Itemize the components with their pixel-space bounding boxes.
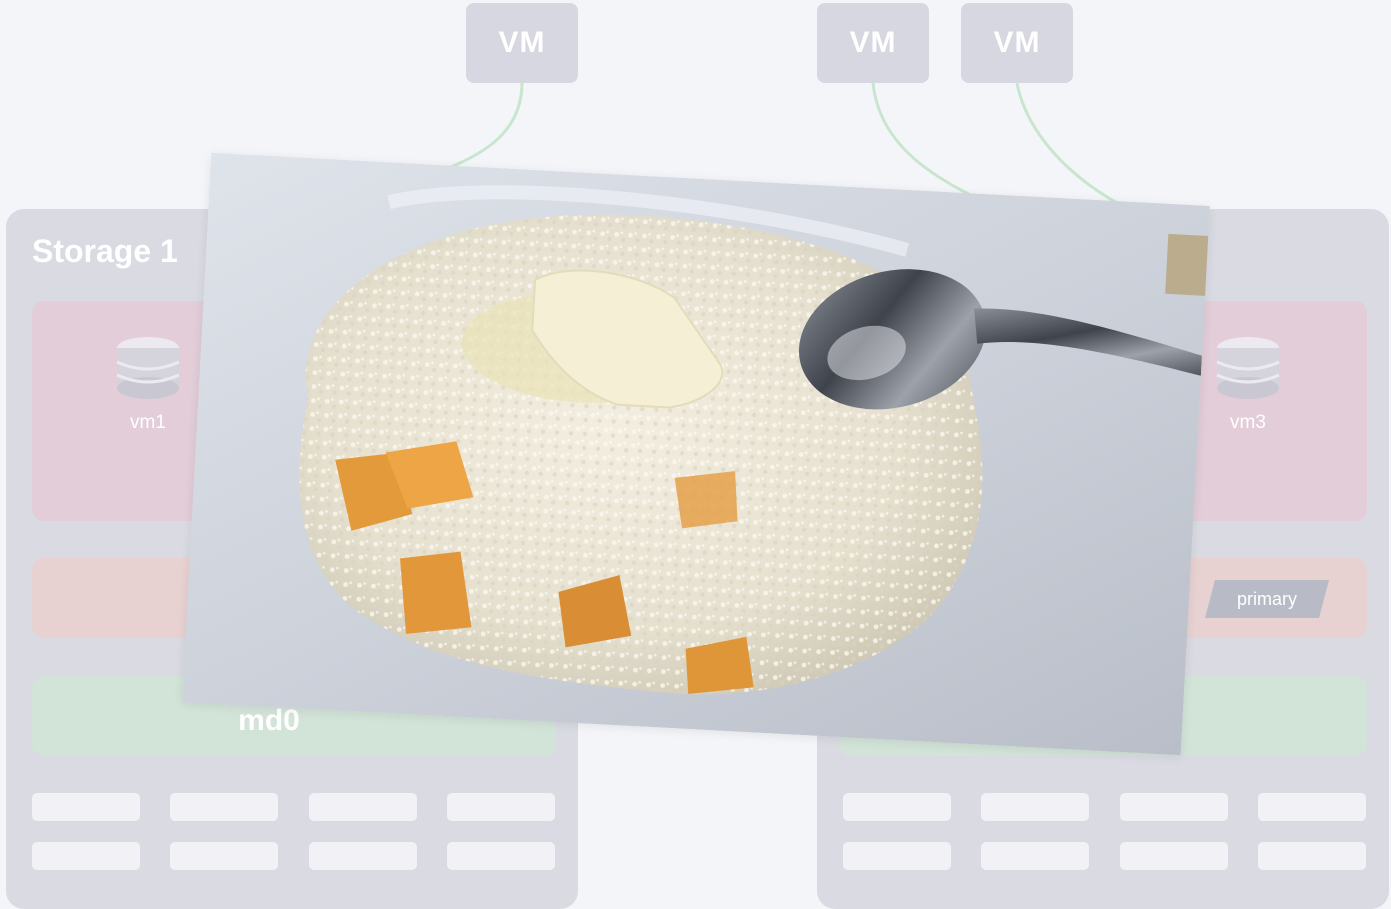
connector-vm-mid [871,82,991,207]
disk-slot [447,842,555,870]
md-label: md0 [238,704,300,737]
food-photo [182,152,1210,756]
disk-slot [1120,842,1228,870]
vm-volume-label: vm1 [130,412,166,433]
disk-slot [1120,793,1228,821]
disk-slot [170,793,278,821]
disk-slot [1258,793,1366,821]
database-icon [1216,337,1280,399]
database-icon [116,337,180,399]
vm-node[interactable]: VM [817,3,929,83]
vm-volume-label: vm3 [1230,412,1266,433]
vm-node[interactable]: VM [466,3,578,83]
vm-node[interactable]: VM [961,3,1073,83]
disk-slot [309,793,417,821]
porridge-image [182,152,1210,756]
disk-slot [981,793,1089,821]
disk-slot [1258,842,1366,870]
disk-slot [447,793,555,821]
disk-slot [32,842,140,870]
storage-title: Storage 1 [32,233,178,269]
disk-slot [981,842,1089,870]
disk-slot [843,793,951,821]
disk-slot [32,793,140,821]
disk-slot [843,842,951,870]
connector-vm-left [429,82,524,177]
role-tag: primary [1205,580,1329,618]
disk-slot [309,842,417,870]
disk-slot [170,842,278,870]
